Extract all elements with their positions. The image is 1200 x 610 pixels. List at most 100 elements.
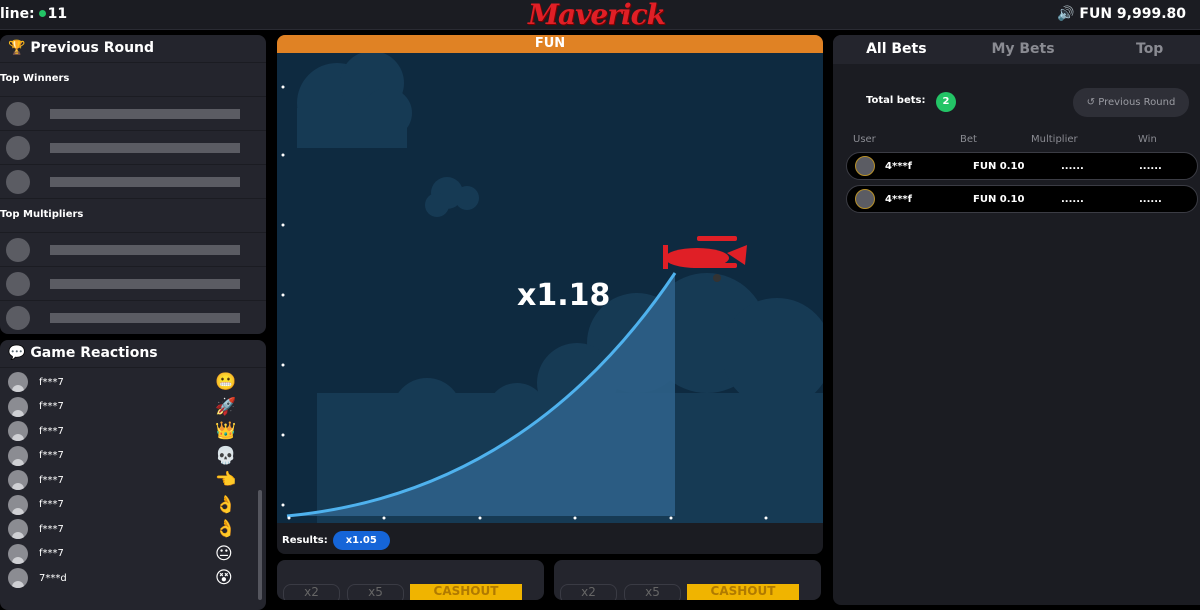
reaction-emoji: 💀 bbox=[215, 445, 237, 466]
reaction-emoji: 😐 bbox=[215, 543, 233, 564]
bets-panel: All Bets My Bets Top Total bets: 2 ↺ Pre… bbox=[833, 35, 1200, 605]
total-bets-label: Total bets: bbox=[866, 95, 926, 106]
previous-round-button[interactable]: ↺ Previous Round bbox=[1073, 88, 1189, 117]
avatar bbox=[8, 568, 28, 589]
x5-button[interactable]: x5 bbox=[624, 584, 681, 600]
online-label: line: bbox=[0, 6, 35, 22]
column-multiplier: Multiplier bbox=[1031, 134, 1078, 145]
tab-top[interactable]: Top bbox=[1086, 35, 1200, 64]
balance: 🔊 FUN 9,999.80 bbox=[1057, 6, 1186, 22]
placeholder-bar bbox=[50, 142, 240, 153]
reaction-item: f***7 🚀 bbox=[0, 395, 266, 420]
game-reactions-panel: 💬 Game Reactions f***7 😬 f***7 🚀 f***7 👑 f***7… bbox=[0, 340, 266, 610]
bet-user: 4***f bbox=[885, 194, 912, 205]
avatar-placeholder bbox=[6, 169, 30, 194]
bet-user: 4***f bbox=[885, 161, 912, 172]
avatar bbox=[855, 189, 875, 209]
current-multiplier: x1.18 bbox=[517, 278, 611, 313]
online-indicator: line: 11 bbox=[0, 6, 67, 22]
currency-banner: FUN bbox=[277, 35, 823, 53]
list-item bbox=[0, 267, 266, 301]
bet-amount: FUN 0.10 bbox=[973, 161, 1025, 172]
history-icon: ↺ bbox=[1086, 97, 1099, 108]
avatar bbox=[8, 543, 28, 564]
bet-multiplier: ...... bbox=[1061, 161, 1084, 172]
total-bets-badge: 2 bbox=[936, 92, 956, 112]
cashout-button[interactable]: CASHOUT bbox=[410, 584, 522, 600]
column-bet: Bet bbox=[960, 134, 977, 145]
cashout-button[interactable]: CASHOUT bbox=[687, 584, 799, 600]
reaction-emoji: 👑 bbox=[215, 421, 237, 442]
placeholder-bar bbox=[50, 312, 240, 323]
reactions-header: 💬 Game Reactions bbox=[0, 340, 266, 368]
avatar-placeholder bbox=[6, 271, 30, 296]
chat-icon: 💬 bbox=[8, 345, 31, 361]
reaction-emoji: 👌 bbox=[215, 519, 237, 540]
previous-round-header: 🏆 Previous Round bbox=[0, 35, 266, 63]
list-item bbox=[0, 165, 266, 199]
bet-win: ...... bbox=[1139, 161, 1162, 172]
placeholder-bar bbox=[50, 108, 240, 119]
avatar bbox=[8, 470, 28, 491]
bet-row: 4***f FUN 0.10............ bbox=[846, 152, 1198, 180]
bet-multiplier: ...... bbox=[1061, 194, 1084, 205]
reaction-emoji: 🚀 bbox=[215, 396, 237, 417]
reaction-item: f***7 👌 bbox=[0, 493, 266, 518]
top-winners-label: Top Winners bbox=[0, 63, 266, 97]
column-user: User bbox=[853, 134, 876, 145]
avatar bbox=[8, 372, 28, 393]
placeholder-bar bbox=[50, 278, 240, 289]
reaction-user: f***7 bbox=[39, 401, 64, 413]
online-count: 11 bbox=[47, 6, 68, 22]
reaction-item: f***7 👌 bbox=[0, 517, 266, 542]
reaction-emoji: 👌 bbox=[215, 494, 237, 515]
reaction-user: f***7 bbox=[39, 474, 64, 486]
bet-amount: FUN 0.10 bbox=[973, 194, 1025, 205]
avatar-placeholder bbox=[6, 305, 30, 330]
x5-button[interactable]: x5 bbox=[347, 584, 404, 600]
result-chip[interactable]: x1.05 bbox=[332, 531, 390, 550]
avatar-placeholder bbox=[6, 237, 30, 262]
list-item bbox=[0, 233, 266, 267]
reaction-item: f***7 😬 bbox=[0, 370, 266, 395]
bet-panel-1: x2 x5 CASHOUT bbox=[277, 560, 544, 600]
reaction-emoji: 👈 bbox=[215, 470, 237, 491]
reaction-emoji: 😬 bbox=[215, 372, 237, 393]
reaction-user: f***7 bbox=[39, 376, 64, 388]
placeholder-bar bbox=[50, 244, 240, 255]
tab-my-bets[interactable]: My Bets bbox=[960, 35, 1087, 64]
reaction-item: f***7 💀 bbox=[0, 444, 266, 469]
reaction-item: f***7 😐 bbox=[0, 542, 266, 567]
tab-all-bets[interactable]: All Bets bbox=[833, 35, 960, 64]
top-bar: line: 11 Maverick 🔊 FUN 9,999.80 bbox=[0, 0, 1200, 31]
previous-round-panel: 🏆 Previous Round Top Winners Top Multipl… bbox=[0, 35, 266, 334]
avatar bbox=[8, 519, 28, 540]
reaction-user: f***7 bbox=[39, 523, 64, 535]
speaker-icon[interactable]: 🔊 bbox=[1057, 6, 1079, 22]
avatar-placeholder bbox=[6, 101, 30, 126]
reaction-item: f***7 👈 bbox=[0, 468, 266, 493]
reaction-item: 7***d 😵 bbox=[0, 566, 266, 591]
results-label: Results: bbox=[282, 535, 328, 546]
placeholder-bar bbox=[50, 176, 240, 187]
x2-button[interactable]: x2 bbox=[283, 584, 340, 600]
panel-title: Game Reactions bbox=[30, 345, 158, 361]
panel-title: Previous Round bbox=[30, 40, 155, 56]
list-item bbox=[0, 97, 266, 131]
reaction-user: f***7 bbox=[39, 499, 64, 511]
avatar-placeholder bbox=[6, 135, 30, 160]
balance-value: FUN 9,999.80 bbox=[1079, 6, 1186, 22]
results-bar: Results: x1.05 bbox=[282, 531, 390, 550]
reaction-user: f***7 bbox=[39, 450, 64, 462]
reaction-user: f***7 bbox=[39, 425, 64, 437]
bets-tabs: All Bets My Bets Top bbox=[833, 35, 1200, 65]
reaction-item: f***7 👑 bbox=[0, 419, 266, 444]
bet-win: ...... bbox=[1139, 194, 1162, 205]
button-label: Previous Round bbox=[1098, 97, 1176, 108]
logo: Maverick bbox=[528, 0, 666, 31]
reaction-emoji: 😵 bbox=[215, 568, 233, 589]
scrollbar[interactable] bbox=[258, 490, 262, 600]
bet-panel-2: x2 x5 CASHOUT bbox=[554, 560, 821, 600]
avatar bbox=[8, 421, 28, 442]
x2-button[interactable]: x2 bbox=[560, 584, 617, 600]
